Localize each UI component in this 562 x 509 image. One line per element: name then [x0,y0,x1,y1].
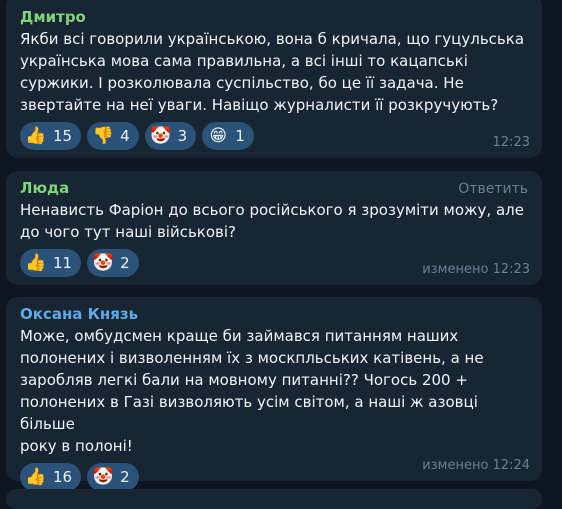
reaction-count: 2 [120,254,130,272]
reaction-clown[interactable]: 🤡 2 [87,249,139,277]
reaction-count: 1 [235,127,245,145]
message-text: Може, омбудсмен краще би займався питанн… [20,327,484,455]
author-name[interactable]: Оксана Князь [20,305,528,323]
reaction-count: 4 [120,127,130,145]
reaction-count: 15 [53,127,73,145]
message-time: 12:23 [492,135,530,150]
message-text: Ненависть Фаріон до всього російського я… [20,201,524,241]
message-time: изменено 12:24 [422,458,530,473]
reaction-count: 11 [53,254,73,272]
thumbs-up-icon: 👍 [25,125,47,146]
reaction-count: 3 [177,127,188,145]
thumbs-up-icon: 👍 [25,466,47,487]
message-text: Якби всі говорили українською, вона б кр… [20,30,525,114]
reaction-thumbs-up[interactable]: 👍 15 [20,122,82,150]
clown-face-icon: 🤡 [92,252,114,273]
message-bubble-lyuda[interactable]: Люда Ответить Ненависть Фаріон до всього… [6,171,542,285]
reaction-thumbs-up[interactable]: 👍 16 [20,463,82,491]
reaction-count: 16 [53,468,73,486]
message-bubble-dmytro[interactable]: Дмитро Якби всі говорили українською, во… [6,0,542,158]
reactions-row: 👍 15 👎 4 🤡 3 😁 1 [20,122,528,150]
author-name[interactable]: Люда [20,179,528,197]
clown-face-icon: 🤡 [92,466,114,487]
reaction-count: 2 [120,468,130,486]
reaction-clown[interactable]: 🤡 3 [144,122,197,150]
grinning-face-icon: 😁 [209,125,228,146]
reply-button[interactable]: Ответить [458,181,528,197]
reaction-grinning[interactable]: 😁 1 [202,122,254,150]
author-name[interactable]: Дмитро [20,8,528,26]
reaction-clown[interactable]: 🤡 2 [87,463,139,491]
reaction-thumbs-up[interactable]: 👍 11 [20,249,82,277]
message-bubble-oksana[interactable]: Оксана Князь Може, омбудсмен краще би за… [6,297,542,491]
message-time: изменено 12:23 [422,262,530,277]
thumbs-up-icon: 👍 [25,252,47,273]
reaction-thumbs-down[interactable]: 👎 4 [87,122,139,150]
next-message-bubble[interactable] [6,489,542,509]
thumbs-down-icon: 👎 [92,125,114,146]
clown-face-icon: 🤡 [150,125,172,146]
